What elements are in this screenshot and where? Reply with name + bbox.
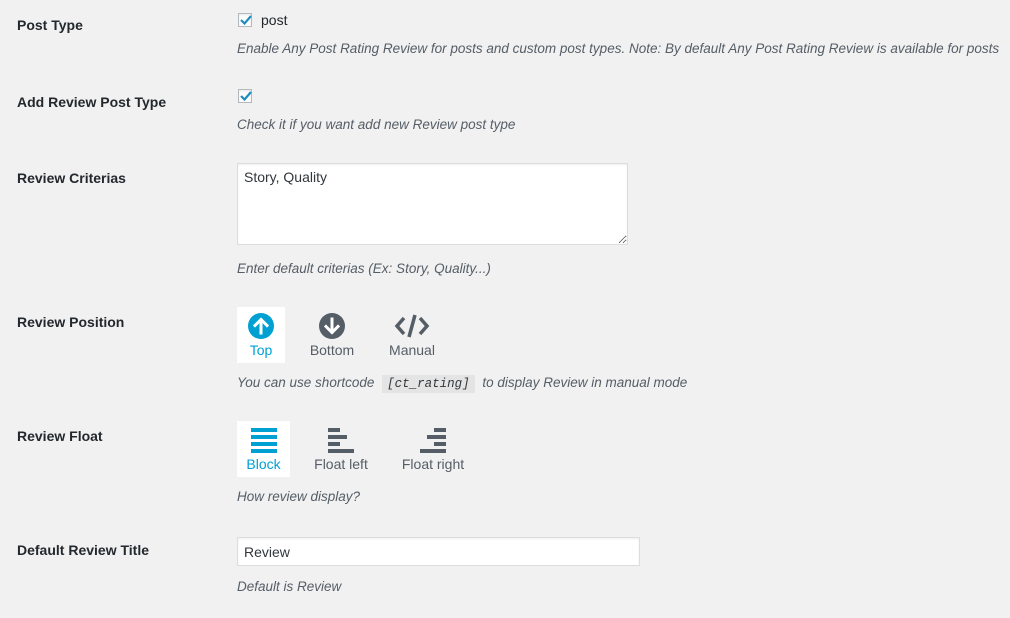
float-option-block[interactable]: Block (237, 421, 290, 477)
post-type-checkbox-label[interactable]: post (261, 12, 287, 28)
shortcode: [ct_rating] (382, 375, 475, 393)
post-type-checkbox[interactable] (238, 13, 252, 27)
add-review-post-type-checkbox[interactable] (238, 89, 252, 103)
position-option-manual[interactable]: Manual (383, 307, 441, 363)
float-option-right-label: Float right (401, 456, 465, 472)
position-option-bottom-label: Bottom (309, 342, 355, 358)
align-right-icon (420, 428, 446, 453)
code-icon (394, 314, 430, 338)
arrow-up-circle-icon (248, 313, 274, 339)
float-option-right[interactable]: Float right (397, 421, 469, 477)
review-position-description-before: You can use shortcode (237, 375, 375, 390)
review-float-label: Review Float (17, 428, 103, 444)
add-review-post-type-label: Add Review Post Type (17, 94, 167, 110)
review-position-description-after: to display Review in manual mode (482, 375, 688, 390)
checkmark-icon (240, 91, 252, 102)
default-review-title-label: Default Review Title (17, 542, 150, 558)
post-type-description: Enable Any Post Rating Review for posts … (237, 41, 1000, 56)
review-position-label: Review Position (17, 314, 125, 330)
review-criterias-label: Review Criterias (17, 170, 126, 186)
default-review-title-input[interactable] (237, 537, 640, 566)
position-option-top[interactable]: Top (237, 307, 285, 363)
review-criterias-textarea[interactable]: Story, Quality (237, 163, 628, 245)
align-left-icon (328, 428, 354, 453)
post-type-label: Post Type (17, 17, 83, 33)
float-option-left[interactable]: Float left (309, 421, 373, 477)
checkmark-icon (240, 15, 252, 26)
position-option-manual-label: Manual (389, 342, 435, 358)
review-criterias-description: Enter default criterias (Ex: Story, Qual… (237, 261, 491, 276)
position-option-bottom[interactable]: Bottom (304, 307, 360, 363)
position-option-top-label: Top (249, 342, 273, 358)
float-option-block-label: Block (246, 456, 281, 472)
default-review-title-description: Default is Review (237, 579, 342, 594)
arrow-down-circle-icon (319, 313, 345, 339)
float-option-left-label: Float left (314, 456, 368, 472)
add-review-post-type-description: Check it if you want add new Review post… (237, 117, 516, 132)
align-block-icon (250, 428, 277, 453)
review-position-description: You can use shortcode [ct_rating] to dis… (237, 375, 688, 393)
review-float-description: How review display? (237, 489, 361, 504)
